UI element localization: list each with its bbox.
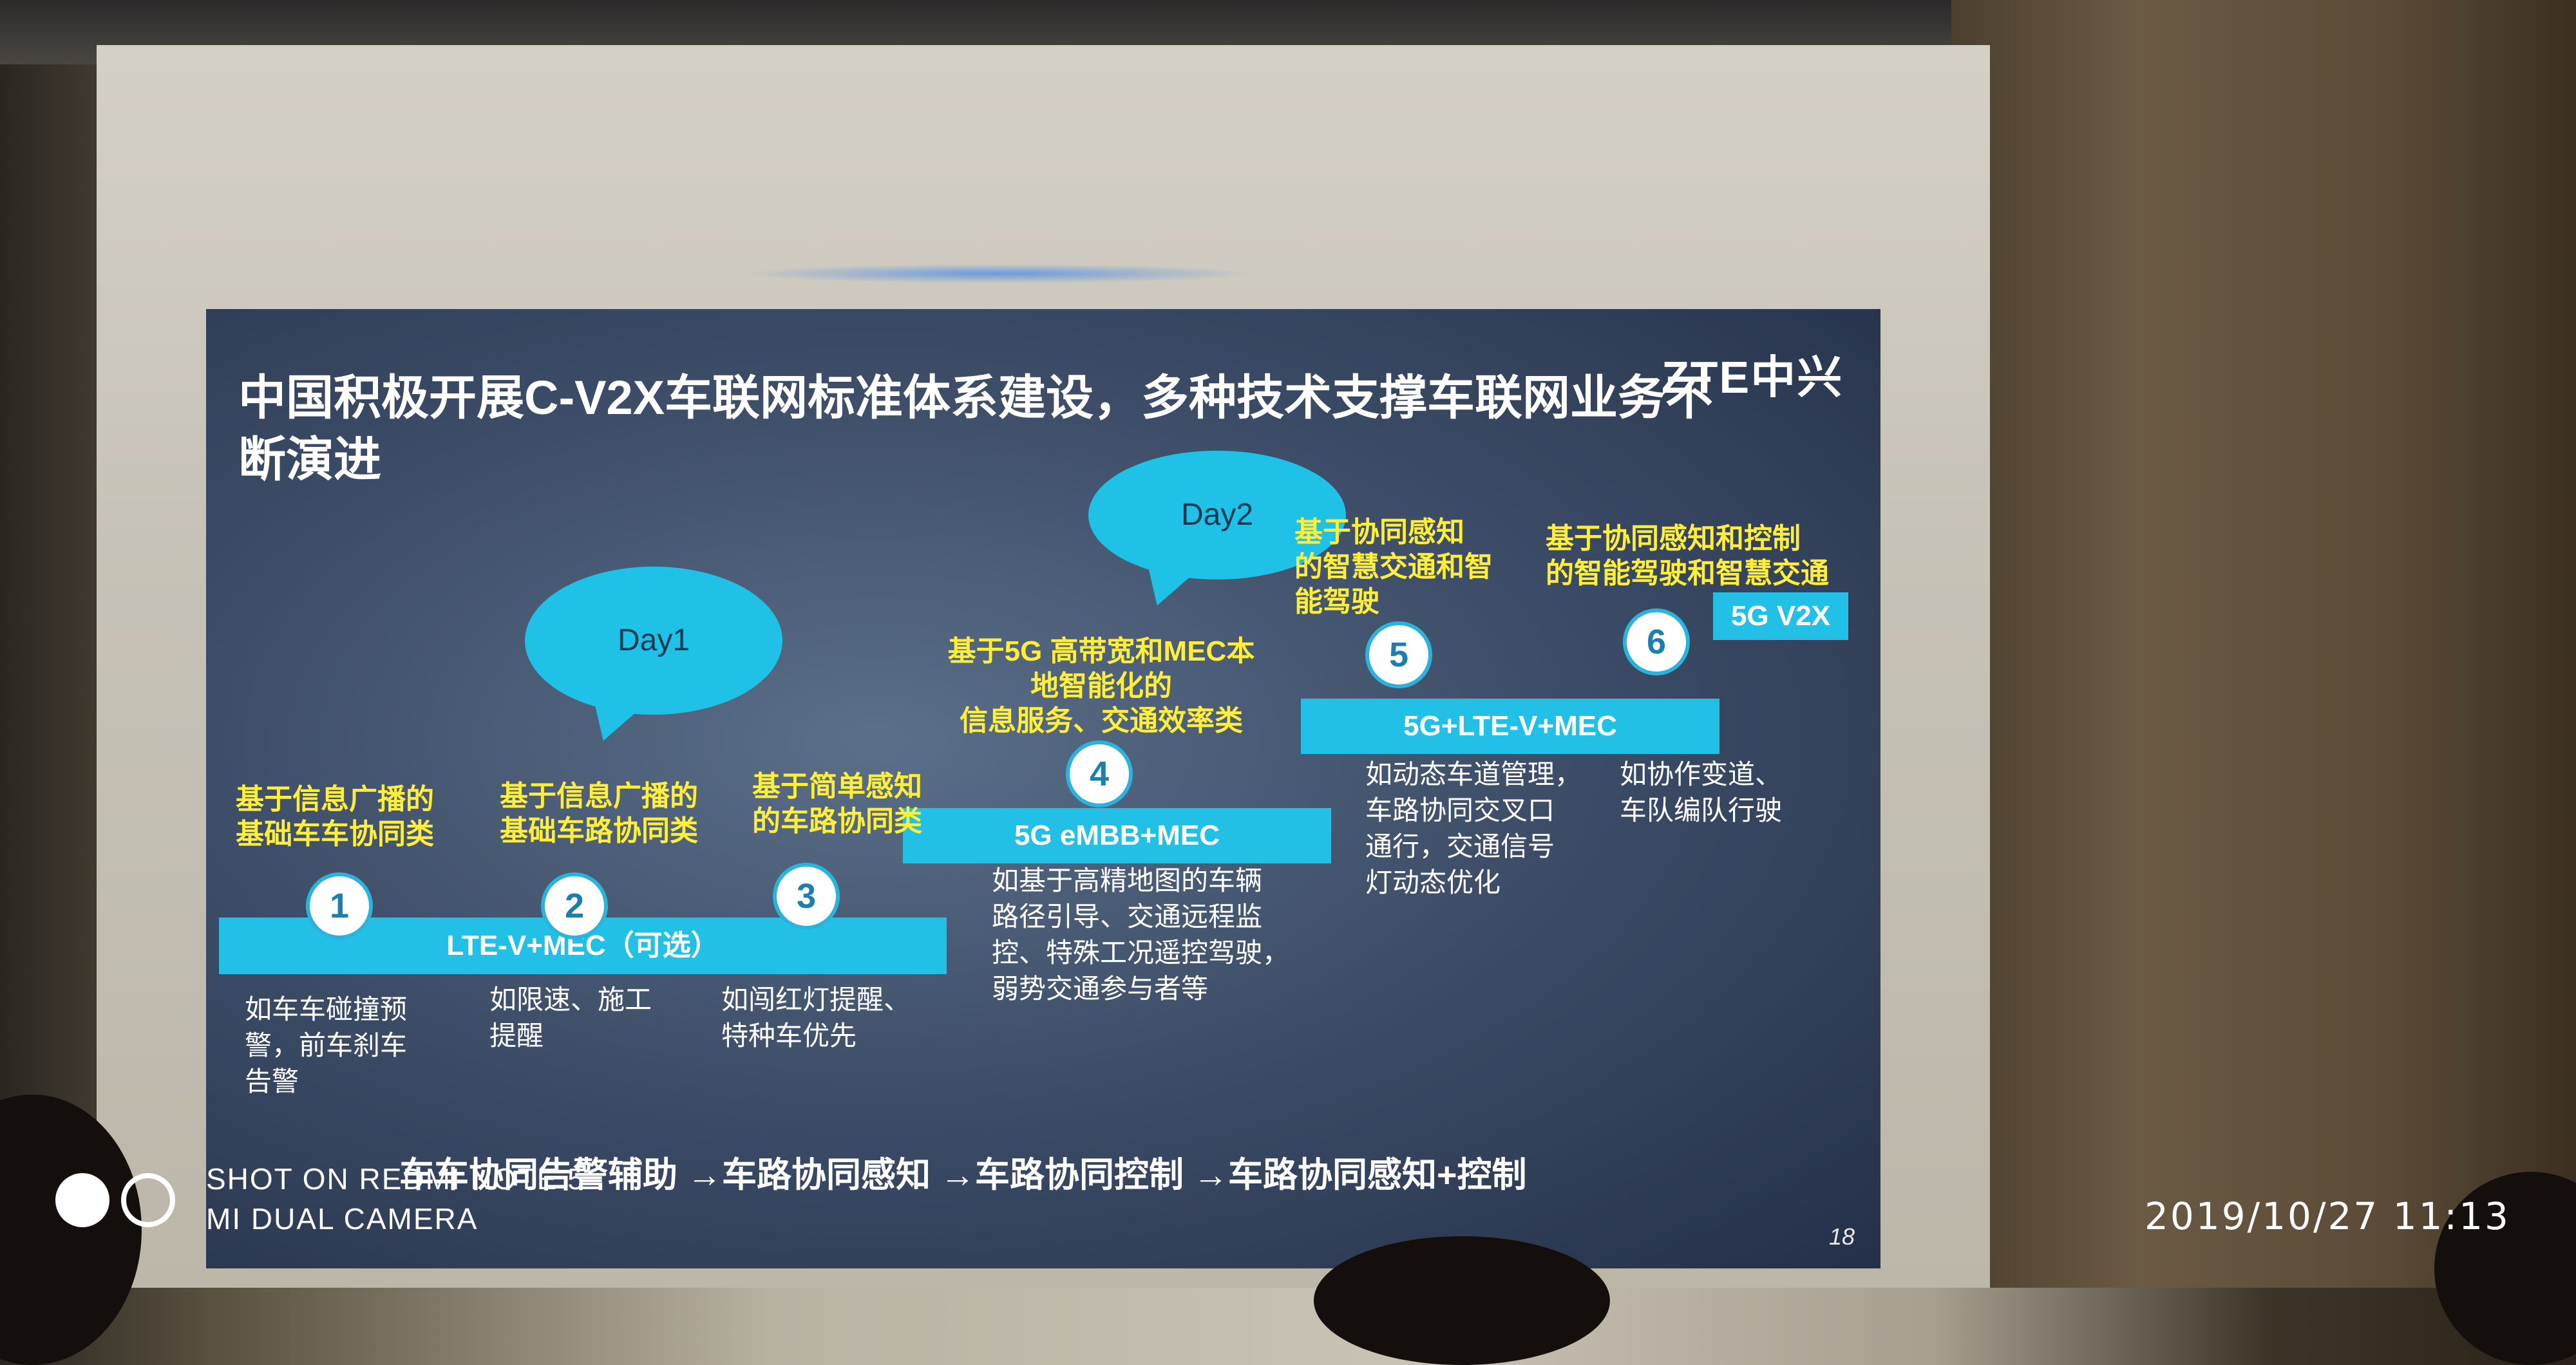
day2-label: Day2 — [1180, 498, 1254, 532]
stage-5-circle: 5 — [1365, 621, 1432, 688]
5g-lte-v-mec-label: 5G+LTE-V+MEC — [1403, 710, 1617, 742]
day1-label: Day1 — [617, 623, 690, 657]
stage-1-description: 如车车碰撞预 警，前车刹车 告警 — [245, 994, 408, 1097]
5g-v2x-label: 5G V2X — [1730, 600, 1831, 632]
stage-5-label: 基于协同感知 的智慧交通和智 能驾驶 — [1294, 516, 1493, 617]
stage-3-description: 如闯红灯提醒、 特种车优先 — [721, 984, 911, 1051]
watermark-line-1: SHOT ON REDMI NOTE 5 — [206, 1162, 585, 1196]
right-wall — [1951, 0, 2576, 1288]
camera-watermark: SHOT ON REDMI NOTE 5 MI DUAL CAMERA — [206, 1159, 585, 1239]
zte-logo: ZTE中兴 — [1662, 352, 1844, 402]
slide-title: 中国积极开展C-V2X车联网标准体系建设，多种技术支撑车联网业务不断演进 — [238, 371, 1713, 486]
stage-2-circle: 2 — [541, 872, 608, 939]
stage-6-description: 如协作变道、 车队编队行驶 — [1620, 759, 1783, 825]
5g-embb-mec-label: 5G eMBB+MEC — [1014, 820, 1220, 851]
stage-6-circle: 6 — [1623, 608, 1690, 675]
stage-1-circle: 1 — [306, 872, 373, 939]
projector-glow — [741, 264, 1256, 283]
stage-3-label: 基于简单感知 的车路协同类 — [752, 771, 922, 837]
stage-5-description: 如动态车道管理， 车路协同交叉口 通行，交通信号 灯动态优化 — [1365, 759, 1582, 898]
stage-2-description: 如限速、施工 提醒 — [489, 984, 652, 1051]
stage-1-label: 基于信息广播的 基础车车协同类 — [236, 784, 434, 850]
5g-embb-mec-bar: 5G eMBB+MEC — [903, 808, 1331, 863]
camera-logo-ring — [121, 1173, 175, 1227]
photo-timestamp: 2019/10/27 11:13 — [2145, 1194, 2510, 1238]
audience-head-center — [1314, 1236, 1610, 1365]
camera-logo-filled-dot — [55, 1173, 109, 1227]
presentation-slide: 中国积极开展C-V2X车联网标准体系建设，多种技术支撑车联网业务不断演进 ZTE… — [206, 309, 1880, 1268]
5g-lte-v-mec-bar: 5G+LTE-V+MEC — [1301, 699, 1719, 754]
5g-v2x-badge: 5G V2X — [1713, 592, 1848, 640]
stage-4-circle: 4 — [1066, 740, 1133, 807]
watermark-line-2: MI DUAL CAMERA — [206, 1202, 478, 1236]
stage-2-label: 基于信息广播的 基础车路协同类 — [500, 780, 698, 847]
stage-6-label: 基于协同感知和控制 的智能驾驶和智慧交通 — [1546, 523, 1829, 589]
slide-page-number: 18 — [1829, 1223, 1855, 1250]
stage-3-circle: 3 — [773, 863, 840, 930]
stage-4-label: 基于5G 高带宽和MEC本 地智能化的 信息服务、交通效率类 — [947, 635, 1255, 737]
day1-bubble: Day1 — [525, 567, 782, 715]
stage-4-description: 如基于高精地图的车辆 路径引导、交通远程监 控、特殊工况遥控驾驶， 弱势交通参与… — [992, 865, 1290, 1004]
